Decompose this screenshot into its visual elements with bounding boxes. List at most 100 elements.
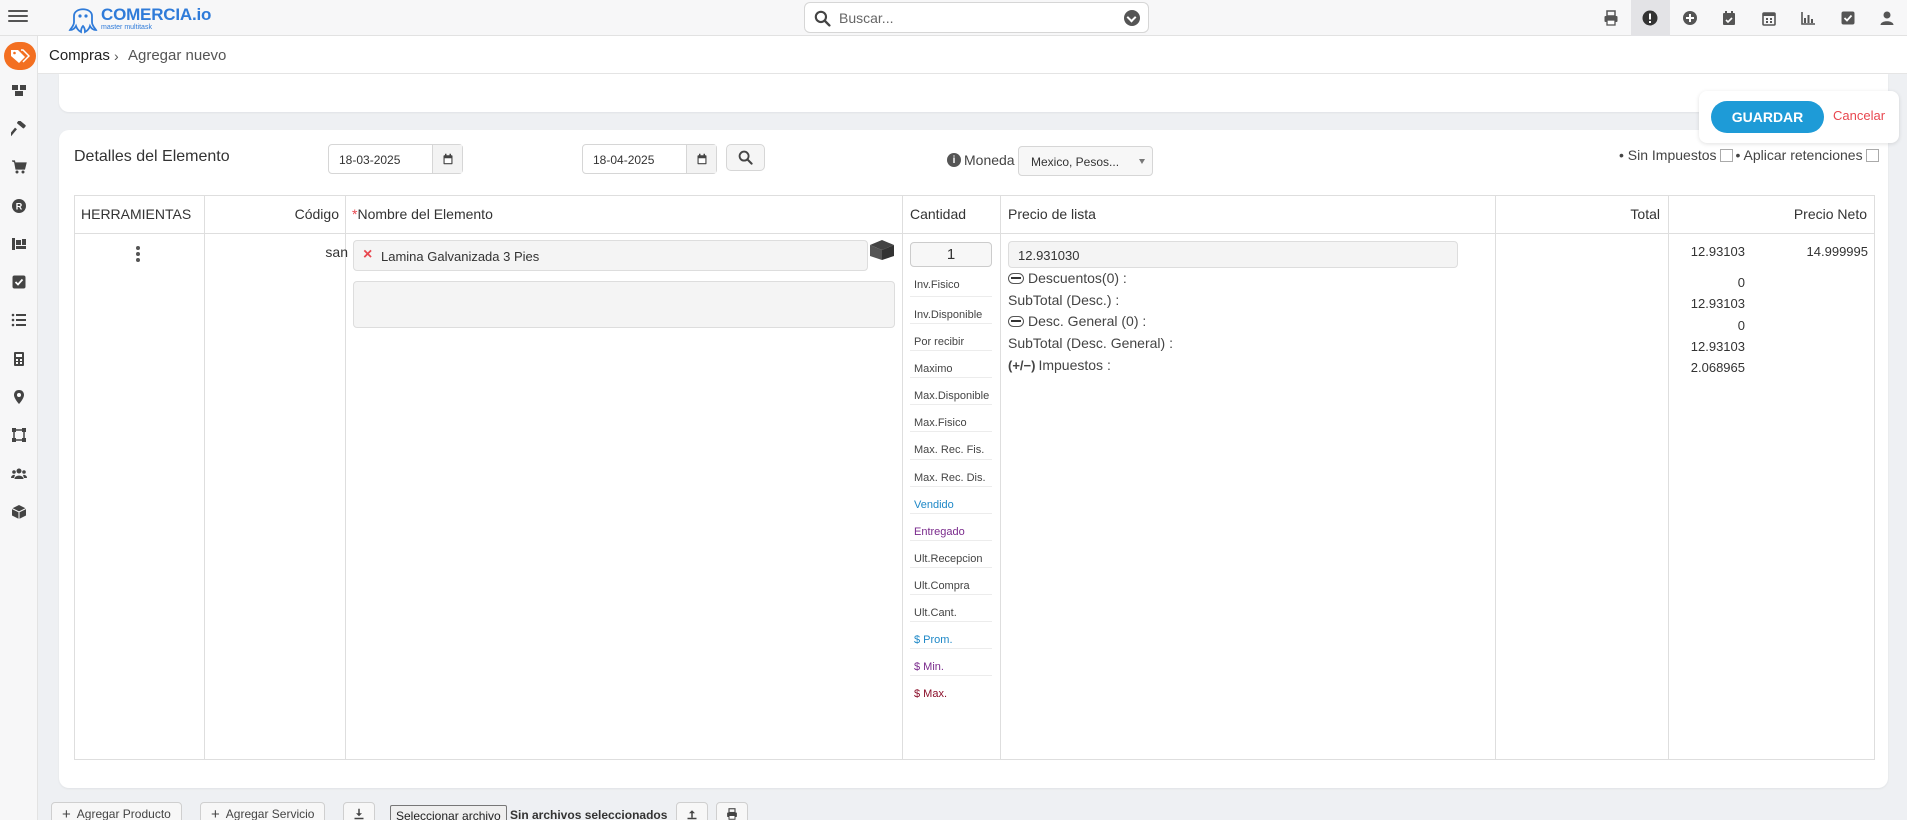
section-title: Detalles del Elemento [74,148,230,165]
cancel-link[interactable]: Cancelar [1833,108,1885,123]
download-icon [354,808,364,820]
sin-impuestos-checkbox[interactable] [1719,148,1733,162]
add-product-label: Agregar Producto [76,807,171,820]
add-product-button[interactable]: + Agregar Producto [51,802,182,820]
chevron-down-circle-icon[interactable] [1124,10,1140,26]
aplicar-retenciones-checkbox[interactable] [1865,148,1879,162]
list-price-input[interactable]: 12.931030 [1008,241,1458,268]
stat-item: $ Min. [910,649,992,677]
boxes-icon[interactable] [9,80,29,100]
subtotal-general-value: 12.93103 [1690,339,1745,354]
map-marker-icon[interactable] [9,387,29,407]
top-toolbar [1591,0,1907,36]
check-square-icon[interactable] [1828,0,1868,36]
global-search[interactable] [804,2,1149,33]
date-from-value: 18-03-2025 [339,153,401,167]
add-service-label: Agregar Servicio [225,807,315,820]
column-divider [345,196,346,759]
calendar-check-icon[interactable] [1710,0,1750,36]
file-select-button[interactable]: Seleccionar archivo [390,805,507,820]
remove-item-icon[interactable]: × [363,246,372,264]
print-button[interactable] [716,802,748,820]
descuentos-label: Descuentos(0) : [1008,270,1127,286]
list-icon[interactable] [9,310,29,330]
app-tagline: master multitask [101,23,152,31]
alert-icon[interactable] [1630,0,1670,36]
vector-square-icon[interactable] [9,425,29,445]
breadcrumb-root[interactable]: Compras [49,47,110,64]
total-value: 12.93103 [1690,244,1745,259]
column-divider [204,196,205,759]
registered-icon[interactable]: R [9,196,29,216]
column-header-codigo: Código [294,206,339,222]
calendar-icon[interactable] [1749,0,1789,36]
search-icon [814,10,831,27]
descuentos-value: 0 [1737,275,1745,290]
stat-item: $ Prom. [910,622,992,650]
tags-icon[interactable] [4,42,36,70]
impuestos-label: (+/−) Impuestos : [1008,357,1111,373]
aplicar-retenciones-label: • Aplicar retenciones [1735,147,1863,163]
add-service-button[interactable]: + Agregar Servicio [200,802,326,820]
user-icon[interactable] [1868,0,1907,36]
stat-item: Ult.Compra [910,568,992,596]
date-to-value: 18-04-2025 [593,153,655,167]
item-name-field[interactable]: × Lamina Galvanizada 3 Pies [353,240,868,271]
column-divider [902,196,903,759]
svg-text:R: R [16,202,23,212]
header-card [59,74,1888,112]
stat-item: $ Max. [914,688,948,701]
printer-icon[interactable] [1591,0,1631,36]
menu-icon[interactable] [8,7,28,27]
breadcrumb: Compras › Agregar nuevo [38,36,1907,74]
check-square-icon[interactable] [9,272,29,292]
calendar-icon[interactable] [686,145,716,173]
stat-item: Max. Rec. Dis. [910,460,992,487]
column-divider [1000,196,1001,759]
app-logo[interactable]: COMERCIA.io master multitask [68,1,211,35]
add-circle-icon[interactable] [1670,0,1710,36]
column-header-total: Total [1630,206,1660,222]
plus-minus-icon: (+/−) [1008,358,1036,373]
download-button[interactable] [343,802,375,820]
row-actions-icon[interactable] [136,246,140,264]
app-name: COMERCIA.io [101,4,212,24]
inventory-stats: Inv.Fisico Inv.Disponible Por recibir Maxim… [910,260,992,703]
date-to-field[interactable]: 18-04-2025 [582,144,717,174]
stat-item: Max. Rec. Fis. [910,432,992,460]
column-header-nombre: *Nombre del Elemento [352,206,493,222]
upload-button[interactable] [676,802,708,820]
cube-icon[interactable] [9,502,29,522]
dolly-icon[interactable] [9,234,29,254]
stat-item: Ult.Cant. [910,595,992,623]
stat-item: Inv.Fisico [910,260,992,297]
calculator-icon[interactable] [9,349,29,369]
top-bar: COMERCIA.io master multitask [0,0,1907,36]
cart-icon[interactable] [9,157,29,177]
breadcrumb-current: Agregar nuevo [128,47,227,64]
hammer-icon[interactable] [9,119,29,139]
column-header-cantidad: Cantidad [910,206,967,222]
column-header-herramientas: HERRAMIENTAS [81,206,192,222]
currency-label-text: Moneda [964,152,1015,168]
minus-icon [1008,316,1024,327]
subtotal-general-label: SubTotal (Desc. General) : [1008,335,1173,351]
file-status: Sin archivos seleccionados [510,808,668,820]
currency-label: i Moneda [947,152,1015,168]
date-from-field[interactable]: 18-03-2025 [328,144,463,174]
info-icon: i [947,153,961,167]
descuentos-text: Descuentos(0) : [1028,270,1127,286]
save-button[interactable]: GUARDAR [1711,101,1824,133]
item-name: Lamina Galvanizada 3 Pies [381,249,540,264]
users-icon[interactable] [9,464,29,484]
desc-general-value: 0 [1737,318,1745,333]
boxes-icon[interactable] [869,239,895,261]
item-description[interactable] [353,281,895,328]
date-search-button[interactable] [726,144,765,171]
search-input[interactable] [839,3,1099,32]
calendar-icon[interactable] [432,145,462,173]
currency-select[interactable]: Mexico, Pesos... [1018,146,1153,176]
search-icon [738,150,753,165]
bar-chart-icon[interactable] [1789,0,1829,36]
subtotal-desc-label: SubTotal (Desc.) : [1008,292,1120,308]
